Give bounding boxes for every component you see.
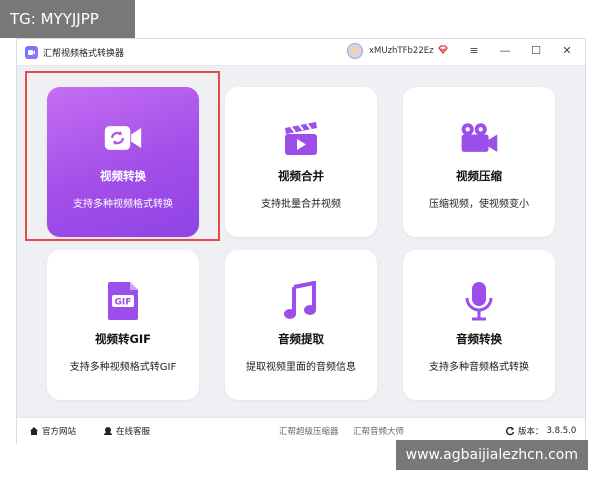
card-title: 视频合并 [278, 169, 324, 183]
app-logo-icon [25, 45, 38, 59]
card-audio-extract[interactable]: 音频提取 提取视频里面的音频信息 [225, 250, 377, 400]
support-label: 在线客服 [116, 427, 151, 437]
card-desc: 压缩视频，使视频变小 [429, 199, 529, 210]
vip-diamond-icon[interactable] [437, 45, 448, 57]
compressor-label: 汇帮超级压缩器 [279, 427, 339, 437]
close-button[interactable]: ✕ [560, 44, 574, 58]
card-title: 音频转换 [456, 332, 502, 346]
feature-grid: 视频转换 支持多种视频格式转换 视频合并 支持批量合并视频 视频压缩 压缩视频，… [17, 66, 585, 416]
refresh-icon [505, 426, 515, 436]
card-title: 视频压缩 [456, 169, 502, 183]
version-info[interactable]: 版本： 3.8.5.0 [505, 425, 576, 437]
version-number: 3.8.5.0 [546, 426, 577, 436]
card-desc: 支持多种视频格式转换 [73, 199, 173, 210]
menu-icon[interactable]: ≡ [467, 44, 481, 58]
card-audio-convert[interactable]: 音频转换 支持多种音频格式转换 [403, 250, 555, 400]
watermark-top: TG: MYYJJPP [0, 0, 135, 38]
gif-file-icon: GIF [103, 281, 143, 321]
card-video-to-gif[interactable]: GIF 视频转GIF 支持多种视频格式转GIF [47, 250, 199, 400]
home-icon [29, 426, 39, 436]
compressor-link[interactable]: 汇帮超级压缩器 [279, 425, 339, 437]
card-video-compress[interactable]: 视频压缩 压缩视频，使视频变小 [403, 87, 555, 237]
title-bar: 汇帮视频格式转换器 xMUzhTFb22Ez ≡ — ☐ ✕ [17, 39, 585, 66]
support-link[interactable]: 在线客服 [103, 425, 150, 437]
audio-master-link[interactable]: 汇帮音频大师 [353, 425, 404, 437]
username[interactable]: xMUzhTFb22Ez [369, 46, 434, 56]
clapperboard-icon [281, 118, 321, 158]
card-desc: 支持批量合并视频 [261, 199, 341, 210]
avatar[interactable] [347, 43, 363, 59]
card-video-convert[interactable]: 视频转换 支持多种视频格式转换 [47, 87, 199, 237]
app-window: 汇帮视频格式转换器 xMUzhTFb22Ez ≡ — ☐ ✕ 视频转换 支持多种… [16, 38, 586, 444]
microphone-icon [459, 281, 499, 321]
card-desc: 支持多种音频格式转换 [429, 362, 529, 373]
minimize-button[interactable]: — [498, 44, 512, 58]
card-desc: 支持多种视频格式转GIF [69, 362, 177, 373]
watermark-bottom: www.agbaijialezhcn.com [395, 440, 588, 470]
website-link[interactable]: 官方网站 [29, 425, 76, 437]
video-camera-icon [459, 118, 499, 158]
card-desc: 提取视频里面的音频信息 [246, 362, 356, 373]
audio-master-label: 汇帮音频大师 [353, 427, 405, 437]
card-title: 音频提取 [278, 332, 324, 346]
maximize-button[interactable]: ☐ [529, 44, 543, 58]
headset-icon [103, 426, 113, 436]
website-label: 官方网站 [42, 427, 77, 437]
video-convert-icon [103, 118, 143, 158]
card-title: 视频转GIF [94, 332, 152, 346]
user-area[interactable]: xMUzhTFb22Ez [347, 43, 448, 59]
svg-text:GIF: GIF [115, 298, 132, 308]
app-title: 汇帮视频格式转换器 [43, 48, 125, 59]
card-video-merge[interactable]: 视频合并 支持批量合并视频 [225, 87, 377, 237]
version-label: 版本： [518, 427, 544, 437]
music-note-icon [281, 281, 321, 321]
card-title: 视频转换 [100, 169, 146, 183]
